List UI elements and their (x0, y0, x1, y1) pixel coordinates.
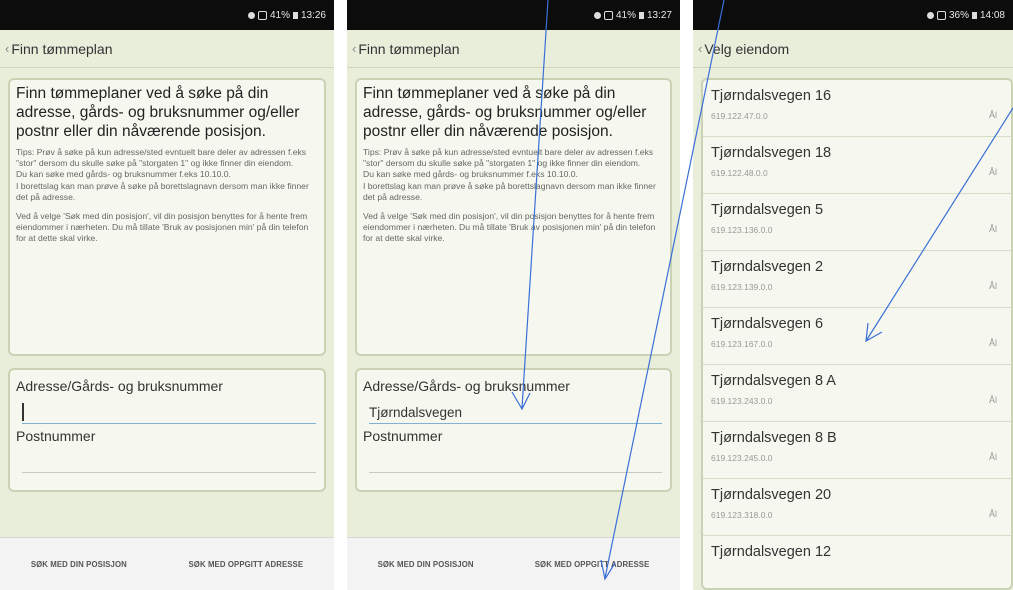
annotation-arrow (604, 0, 725, 579)
arrow-head (511, 391, 531, 411)
annotation-arrow (865, 107, 1013, 342)
annotation-arrows (511, 0, 1013, 581)
annotation-arrow (521, 0, 549, 409)
